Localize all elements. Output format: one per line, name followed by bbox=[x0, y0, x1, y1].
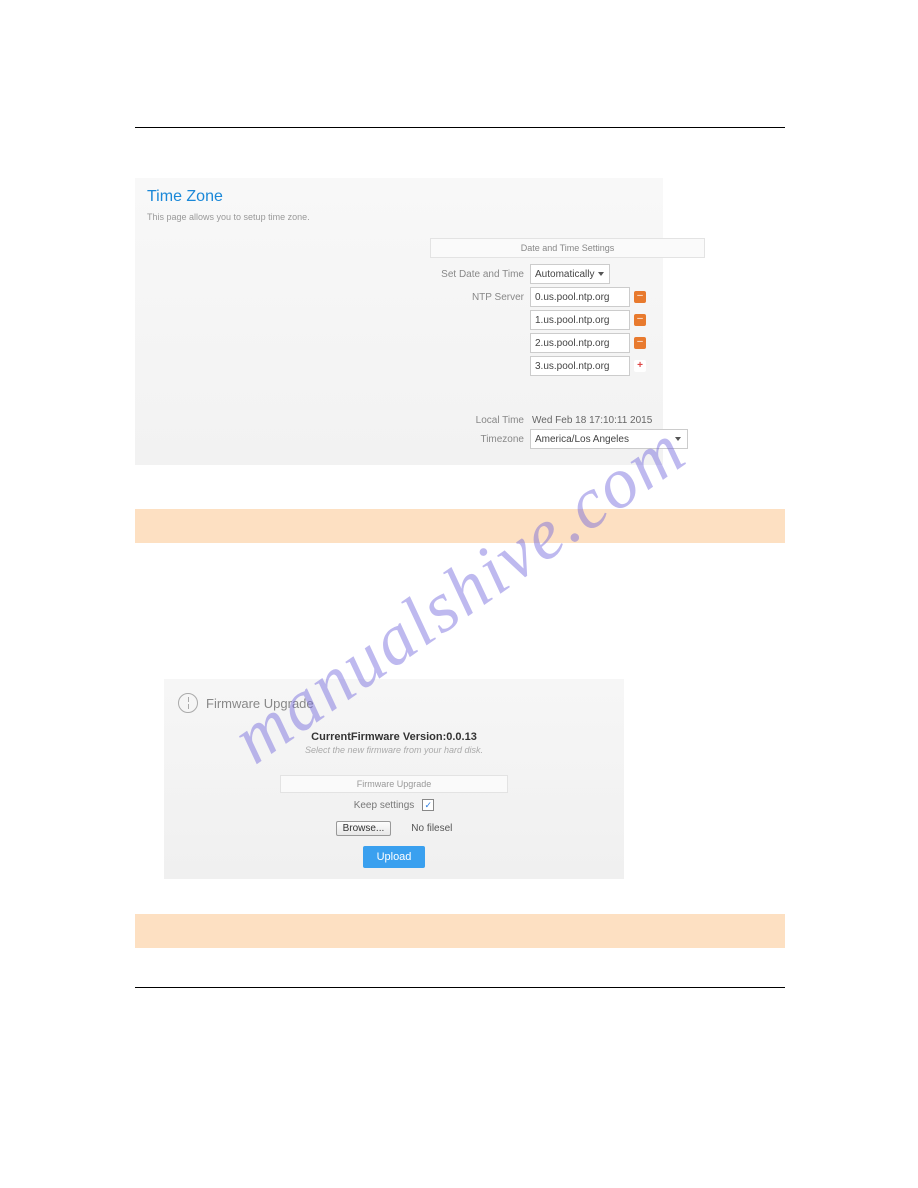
firmware-section-label: Firmware Upgrade bbox=[280, 775, 508, 793]
set-date-label: Set Date and Time bbox=[430, 269, 530, 280]
keep-settings-checkbox[interactable]: ✓ bbox=[422, 799, 434, 811]
keep-settings-label: Keep settings bbox=[354, 800, 415, 811]
ntp-label: NTP Server bbox=[430, 292, 530, 303]
upload-button[interactable]: Upload bbox=[363, 846, 426, 868]
browse-button[interactable]: Browse... bbox=[336, 821, 392, 836]
firmware-subtext: Select the new firmware from your hard d… bbox=[178, 745, 610, 755]
note-bar-1 bbox=[135, 509, 785, 543]
firmware-header: Firmware Upgrade bbox=[178, 693, 610, 713]
timezone-title: Time Zone bbox=[147, 188, 651, 206]
timezone-fieldset: Date and Time Settings Set Date and Time… bbox=[430, 238, 710, 452]
timezone-label: Timezone bbox=[430, 434, 530, 445]
ntp-input-3[interactable] bbox=[530, 356, 630, 376]
page-divider-bottom bbox=[135, 987, 785, 988]
set-date-select[interactable]: Automatically bbox=[530, 264, 610, 284]
ntp-input-2[interactable] bbox=[530, 333, 630, 353]
remove-icon[interactable]: – bbox=[634, 291, 646, 303]
no-file-label: No filesel bbox=[411, 823, 452, 834]
page-divider-top bbox=[135, 127, 785, 128]
timezone-select[interactable]: America/Los Angeles bbox=[530, 429, 688, 449]
chevron-down-icon bbox=[675, 437, 681, 441]
remove-icon[interactable]: – bbox=[634, 337, 646, 349]
ntp-input-1[interactable] bbox=[530, 310, 630, 330]
timezone-description: This page allows you to setup time zone. bbox=[147, 212, 651, 222]
firmware-icon bbox=[178, 693, 198, 713]
add-icon[interactable]: + bbox=[634, 360, 646, 372]
firmware-panel: Firmware Upgrade CurrentFirmware Version… bbox=[164, 679, 624, 879]
note-bar-2 bbox=[135, 914, 785, 948]
firmware-title: Firmware Upgrade bbox=[206, 696, 314, 711]
local-time-label: Local Time bbox=[430, 415, 530, 426]
firmware-version: CurrentFirmware Version:0.0.13 bbox=[178, 731, 610, 743]
set-date-value: Automatically bbox=[535, 269, 594, 280]
timezone-panel: Time Zone This page allows you to setup … bbox=[135, 178, 663, 465]
ntp-input-0[interactable] bbox=[530, 287, 630, 307]
remove-icon[interactable]: – bbox=[634, 314, 646, 326]
timezone-value: America/Los Angeles bbox=[535, 434, 629, 445]
datetime-section-label: Date and Time Settings bbox=[430, 238, 705, 258]
local-time-value: Wed Feb 18 17:10:11 2015 bbox=[530, 415, 652, 426]
chevron-down-icon bbox=[598, 272, 604, 276]
